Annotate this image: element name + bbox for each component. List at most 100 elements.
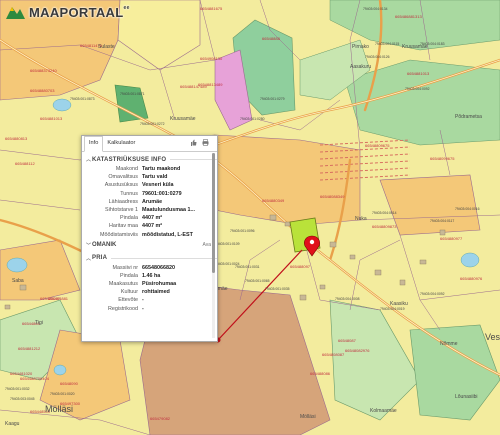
- place-name: Kruusamäe: [170, 116, 196, 122]
- place-name: Mölläsi: [300, 414, 316, 420]
- parcel-label: 665488086: [310, 371, 331, 376]
- parcel-label: 66548888: [262, 36, 281, 41]
- parcel-label: 79403:004:0092: [420, 292, 445, 296]
- place-name: Kaagu: [5, 421, 20, 427]
- parcel-label: 79403:001:0873: [70, 97, 95, 101]
- place-name: Kolmaamäe: [370, 408, 397, 414]
- tab-kalkulaator[interactable]: Kalkulaator: [103, 136, 139, 151]
- cadastral-row: Pindala 4407 m²: [82, 214, 217, 222]
- cadastral-key: Tunnus: [120, 190, 138, 197]
- print-icon[interactable]: [202, 139, 209, 146]
- cadastral-info-list: Maakond Tartu maakond Omavalitsus Tartu val…: [82, 165, 217, 239]
- pria-row: Ettevõte -: [82, 296, 217, 304]
- place-name: Kruusamäe: [402, 44, 428, 50]
- pria-row: Registrikood -: [82, 305, 217, 313]
- parcel-label: 665488373240: [30, 68, 57, 73]
- cadastral-key: Lähiaadress: [108, 198, 138, 205]
- pria-key: Kultuur: [120, 289, 138, 296]
- cadastral-key: Omavalitsus: [108, 174, 138, 181]
- parcel-label: 79403:001:0871: [120, 92, 145, 96]
- parcel-label: 6654880977: [440, 236, 463, 241]
- parcel-label: 6654881675: [200, 6, 223, 11]
- logo-text: MAAPORTAALee: [29, 4, 130, 20]
- parcel-label: 66548090: [60, 381, 79, 386]
- parcel-label: 79403:001:0065: [245, 279, 270, 283]
- pria-value: 66548066820: [142, 264, 175, 271]
- pria-value: rohttaimed: [142, 289, 170, 296]
- cadastral-value: 4407 m²: [142, 223, 163, 230]
- maaportaal-logo[interactable]: MAAPORTAALee: [4, 3, 130, 21]
- parcel-label: 6654808087: [322, 352, 345, 357]
- place-name: Põdrametsa: [455, 114, 482, 120]
- pria-row: Kultuur rohttaimed: [82, 288, 217, 296]
- lake: [52, 98, 72, 112]
- section-cadastral-header[interactable]: ︿ KATASTRIÜKSUSE INFO: [82, 152, 217, 165]
- parcel-label: 6654880976: [460, 276, 483, 281]
- tab-info[interactable]: Info: [84, 136, 104, 152]
- parcel-label: 79403:004:0014: [372, 211, 397, 215]
- panel-tabs: Info Kalkulaator: [82, 136, 217, 152]
- lake: [460, 252, 480, 268]
- pria-key: Registrikood: [108, 305, 138, 312]
- pria-value: 1.46 ha: [142, 272, 161, 279]
- parcel-label: 6654908130: [200, 56, 223, 61]
- pria-key: Maakasutus: [108, 281, 138, 288]
- parcel-label: 665488112: [15, 161, 36, 166]
- pria-key: Massiivi nr: [112, 264, 138, 271]
- cadastral-value: 4407 m²: [142, 215, 163, 222]
- thumbs-up-icon[interactable]: [190, 139, 197, 146]
- cadastral-row: Asustusüksus Vesneri küla: [82, 181, 217, 189]
- parcel-label: 79403:004:0008: [335, 297, 360, 301]
- section-pria-header[interactable]: ︿ PRIA: [82, 251, 217, 264]
- lake: [6, 257, 28, 273]
- cadastral-row: Mõõdistamisviis mõõdistatud, L-EST: [82, 231, 217, 239]
- parcel-label: 66548087: [338, 338, 357, 343]
- pria-value: -: [142, 305, 144, 312]
- place-name: Saba: [12, 278, 24, 284]
- cadastral-value: Vesneri küla: [142, 182, 174, 189]
- parcel-label: 6654881013: [40, 116, 63, 121]
- cadastral-value: 79601:001:0279: [142, 190, 182, 197]
- logo-mark-icon: [4, 3, 26, 21]
- parcel-label: 66548088349: [320, 194, 345, 199]
- parcel-orange: [214, 134, 361, 226]
- pria-row: Pindala 1.46 ha: [82, 272, 217, 280]
- cadastral-value: mõõdistatud, L-EST: [142, 231, 193, 238]
- parcel-label: 79403:004:0019: [380, 307, 405, 311]
- info-panel[interactable]: Info Kalkulaator ︿ KATASTRIÜKSUSE INFO Ma…: [81, 135, 218, 342]
- cadastral-value: Maatulundusmaa 1...: [142, 206, 196, 213]
- cadastral-value: Tartu vald: [142, 174, 168, 181]
- parcel-label: 79403:003:0045: [10, 397, 35, 401]
- pria-key: Pindala: [120, 272, 138, 279]
- cadastral-key: Asustusüksus: [104, 182, 138, 189]
- cadastral-key: Mõõdistamisviis: [99, 231, 138, 238]
- place-name: Pirnako: [352, 44, 369, 50]
- cadastral-key: Haritav maa: [108, 223, 138, 230]
- parcel-label: 66548082976: [345, 348, 370, 353]
- cadastral-row: Lähiaadress Arumäe: [82, 198, 217, 206]
- map-canvas[interactable]: 6654811476665488373240665488807036654881…: [0, 0, 500, 435]
- cadastral-row: Omavalitsus Tartu vald: [82, 173, 217, 181]
- place-name: Sulaste: [98, 44, 115, 50]
- pria-value: Püsirohumaa: [142, 281, 177, 288]
- parcel-label: 66548809873: [372, 224, 397, 229]
- parcel-label: 79403:001:0024: [215, 262, 240, 266]
- cadastral-key: Sihtotstarve 1: [105, 206, 138, 213]
- cadastral-row: Sihtotstarve 1 Maatulundusmaa 1...: [82, 206, 217, 214]
- parcel-label: 66548099675: [430, 156, 455, 161]
- panel-scrollbar[interactable]: [212, 153, 215, 338]
- parcel-label: 79403:004:0134: [363, 7, 388, 11]
- pria-value: -: [142, 297, 144, 304]
- cadastral-row: Tunnus 79601:001:0279: [82, 190, 217, 198]
- parcel-label: 79403:001:0035: [265, 287, 290, 291]
- section-owner-header[interactable]: ﹀ OMANIK Ava: [82, 239, 217, 251]
- cadastral-row: Maakond Tartu maakond: [82, 165, 217, 173]
- place-name: Nuka: [355, 216, 367, 222]
- parcel-label: 79403:001:0020: [50, 392, 75, 396]
- pria-info-list: Massiivi nr 66548066820 Pindala 1.46 ha Maak…: [82, 264, 217, 313]
- owner-open-link[interactable]: Ava: [202, 242, 211, 248]
- place-name: Aasakuru: [350, 64, 371, 70]
- cadastral-value: Tartu maakond: [142, 166, 181, 172]
- pria-row: Maakasutus Püsirohumaa: [82, 280, 217, 288]
- parcel-label: 6654881013: [407, 71, 430, 76]
